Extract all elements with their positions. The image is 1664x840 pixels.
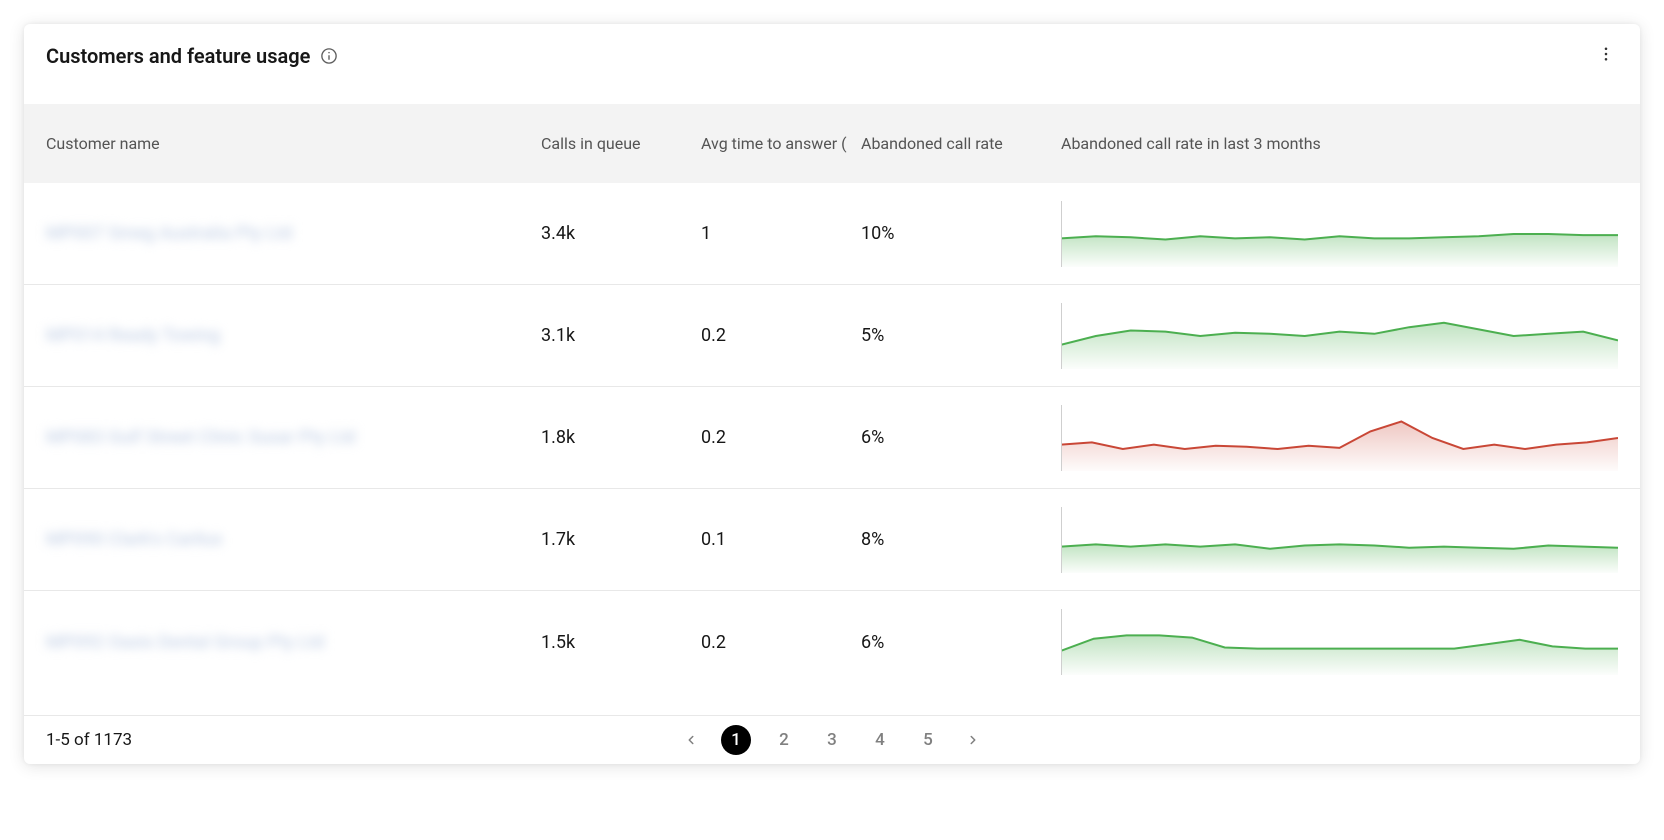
- pagination-range: 1-5 of 1173: [46, 730, 132, 750]
- more-options-button[interactable]: [1594, 42, 1618, 66]
- calls-in-queue-value: 3.1k: [541, 325, 701, 346]
- sparkline-chart: [1061, 303, 1618, 369]
- avg-time-value: 0.1: [701, 529, 861, 550]
- table-row: MP014 Ready Towing 3.1k0.25%: [24, 285, 1640, 387]
- table-body: MP007 Smeg Australia Pty Ltd 3.4k110% MP01…: [24, 183, 1640, 715]
- pagination: 12345: [679, 725, 985, 755]
- sparkline-chart: [1061, 609, 1618, 675]
- customers-feature-usage-card: Customers and feature usage Customer nam…: [24, 24, 1640, 764]
- sparkline-cell: [1061, 303, 1618, 369]
- table-row: MP090 Clark's Carilus 1.7k0.18%: [24, 489, 1640, 591]
- abandoned-rate-value: 8%: [861, 529, 1061, 550]
- page-button-1[interactable]: 1: [721, 725, 751, 755]
- info-icon[interactable]: [320, 47, 338, 65]
- sparkline-chart: [1061, 201, 1618, 267]
- abandoned-rate-value: 6%: [861, 632, 1061, 653]
- table-header-row: Customer name Calls in queue Avg time to…: [24, 104, 1640, 183]
- sparkline-chart: [1061, 405, 1618, 471]
- customer-name-link[interactable]: MP014 Ready Towing: [46, 325, 220, 346]
- page-button-2[interactable]: 2: [769, 725, 799, 755]
- card-title: Customers and feature usage: [46, 44, 310, 68]
- sparkline-cell: [1061, 507, 1618, 573]
- abandoned-rate-value: 5%: [861, 325, 1061, 346]
- calls-in-queue-value: 1.7k: [541, 529, 701, 550]
- column-header-abandoned-rate[interactable]: Abandoned call rate: [861, 134, 1061, 153]
- calls-in-queue-value: 1.5k: [541, 632, 701, 653]
- sparkline-cell: [1061, 405, 1618, 471]
- avg-time-value: 0.2: [701, 632, 861, 653]
- column-header-sparkline[interactable]: Abandoned call rate in last 3 months: [1061, 134, 1618, 153]
- abandoned-rate-value: 6%: [861, 427, 1061, 448]
- page-button-4[interactable]: 4: [865, 725, 895, 755]
- avg-time-value: 0.2: [701, 325, 861, 346]
- customer-name-link[interactable]: MP007 Smeg Australia Pty Ltd: [46, 223, 292, 244]
- customer-name-link[interactable]: MP092 Oasis Dental Group Pty Ltd: [46, 632, 324, 653]
- sparkline-chart: [1061, 507, 1618, 573]
- table-row: MP092 Oasis Dental Group Pty Ltd 1.5k0.26…: [24, 591, 1640, 693]
- avg-time-value: 0.2: [701, 427, 861, 448]
- prev-page-button[interactable]: [679, 728, 703, 752]
- calls-in-queue-value: 1.8k: [541, 427, 701, 448]
- sparkline-cell: [1061, 201, 1618, 267]
- table-row: MP007 Smeg Australia Pty Ltd 3.4k110%: [24, 183, 1640, 285]
- calls-in-queue-value: 3.4k: [541, 223, 701, 244]
- page-button-3[interactable]: 3: [817, 725, 847, 755]
- column-header-customer-name[interactable]: Customer name: [46, 134, 541, 153]
- page-button-5[interactable]: 5: [913, 725, 943, 755]
- sparkline-cell: [1061, 609, 1618, 675]
- table-row: MP083 Gulf Street Clinic Suxar Pty Ltd 1.…: [24, 387, 1640, 489]
- column-header-avg-time[interactable]: Avg time to answer (: [701, 134, 861, 153]
- column-header-calls-in-queue[interactable]: Calls in queue: [541, 134, 701, 153]
- next-page-button[interactable]: [961, 728, 985, 752]
- customer-name-link[interactable]: MP083 Gulf Street Clinic Suxar Pty Ltd: [46, 427, 356, 448]
- card-header: Customers and feature usage: [24, 24, 1640, 104]
- customer-name-link[interactable]: MP090 Clark's Carilus: [46, 529, 222, 550]
- abandoned-rate-value: 10%: [861, 223, 1061, 244]
- avg-time-value: 1: [701, 223, 861, 244]
- table-footer: 1-5 of 1173 12345: [24, 715, 1640, 764]
